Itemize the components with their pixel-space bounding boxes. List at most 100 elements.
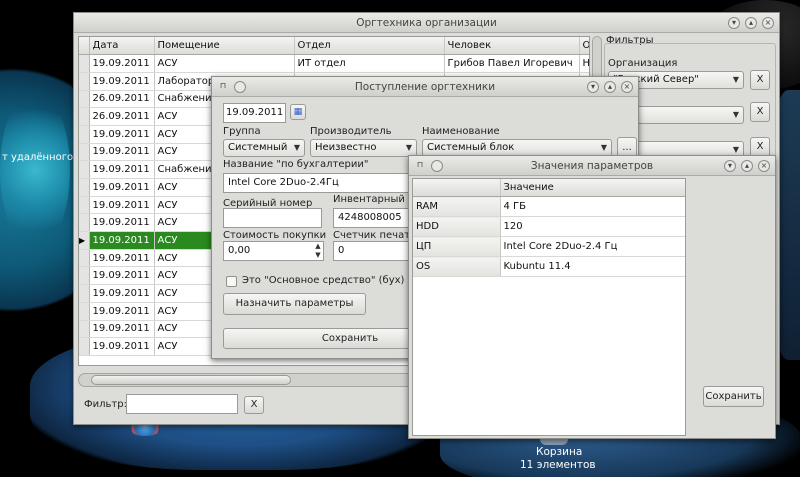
menu-icon[interactable]	[234, 81, 246, 93]
column-header[interactable]: Отдел	[294, 37, 445, 56]
params-value-header[interactable]: Значение	[500, 179, 685, 198]
table-cell[interactable]: 19.09.2011	[89, 125, 155, 144]
table-row[interactable]: 19.09.2011 АСУ ИТ отдел Грибов Павел Игорев…	[79, 54, 589, 73]
row-header[interactable]	[79, 284, 90, 303]
row-header[interactable]	[79, 90, 90, 109]
table-cell[interactable]: 19.09.2011	[89, 266, 155, 286]
row-header[interactable]	[79, 213, 90, 233]
trash-count: 11 элементов	[520, 459, 596, 471]
assign-params-button[interactable]: Назначить параметры	[223, 293, 366, 315]
table-cell[interactable]: 19.09.2011	[89, 249, 155, 268]
row-header[interactable]	[79, 143, 90, 162]
pin-icon[interactable]: ⊓	[414, 160, 426, 172]
row-header[interactable]	[79, 337, 90, 356]
counter-label: Счетчик печати	[333, 230, 417, 241]
param-value[interactable]: 120	[500, 216, 685, 238]
table-cell[interactable]: 19.09.2011	[89, 160, 155, 179]
row-header[interactable]	[79, 320, 90, 339]
acc-name-input[interactable]: Intel Core 2Duo-2.4Гц	[223, 173, 413, 193]
row-header[interactable]	[79, 196, 90, 215]
maximize-icon[interactable]: ▴	[604, 81, 616, 93]
calendar-icon[interactable]: ▦	[290, 104, 306, 120]
param-name: OS	[413, 256, 501, 278]
receipt-window-titlebar[interactable]: Поступление оргтехники	[212, 77, 638, 97]
params-grid: Значение RAM 4 ГБ HDD 120 ЦП Intel Core 2Duo-…	[413, 179, 685, 278]
minimize-icon[interactable]: ▾	[728, 17, 740, 29]
table-cell[interactable]: Н	[579, 54, 589, 73]
table-cell[interactable]: 19.09.2011	[89, 284, 155, 303]
inventory-label: Инвентарный н	[333, 194, 415, 205]
row-header[interactable]	[79, 72, 90, 91]
close-icon[interactable]: ×	[758, 160, 770, 172]
org-label: Организация	[608, 58, 678, 69]
param-row[interactable]: RAM 4 ГБ	[413, 196, 685, 218]
table-cell[interactable]: 19.09.2011	[89, 143, 155, 162]
row-header[interactable]	[79, 160, 90, 179]
serial-input[interactable]	[223, 208, 322, 228]
table-cell[interactable]: 19.09.2011	[89, 196, 155, 215]
receipt-window-title: Поступление оргтехники	[354, 81, 496, 93]
maximize-icon[interactable]: ▴	[745, 17, 757, 29]
table-cell[interactable]: 19.09.2011	[89, 320, 155, 339]
org-clear-button[interactable]: X	[750, 70, 770, 90]
table-cell[interactable]: 19.09.2011	[89, 54, 155, 73]
column-header[interactable]: Человек	[444, 37, 580, 56]
main-window-titlebar[interactable]: Оргтехника организации	[74, 13, 779, 33]
table-cell[interactable]: ИТ отдел	[294, 54, 445, 73]
params-window-title: Значения параметров	[530, 160, 654, 172]
group-combobox[interactable]: Системный ▼	[223, 139, 305, 157]
table-cell[interactable]: 19.09.2011	[89, 231, 155, 250]
row-header[interactable]	[79, 54, 90, 73]
filter-clear-button-2[interactable]: X	[750, 102, 770, 122]
filter-input[interactable]	[126, 394, 238, 414]
table-cell[interactable]: 26.09.2011	[89, 107, 155, 126]
table-cell[interactable]: 19.09.2011	[89, 337, 155, 356]
row-header[interactable]	[79, 107, 90, 126]
table-cell[interactable]: 19.09.2011	[89, 302, 155, 321]
scrollbar-thumb[interactable]	[91, 375, 291, 385]
minimize-icon[interactable]: ▾	[724, 160, 736, 172]
menu-icon[interactable]	[431, 160, 443, 172]
column-header[interactable]: О	[579, 37, 589, 56]
current-row-arrow-icon[interactable]: ▶	[79, 231, 90, 250]
param-row[interactable]: HDD 120	[413, 216, 685, 238]
trash-label[interactable]: Корзина	[536, 446, 582, 458]
param-row[interactable]: ЦП Intel Core 2Duo-2.4 Гц	[413, 236, 685, 258]
row-header[interactable]	[79, 249, 90, 268]
table-cell[interactable]: АСУ	[154, 54, 295, 73]
fixed-asset-checkbox[interactable]	[226, 276, 237, 287]
params-corner-header	[413, 179, 501, 198]
row-header[interactable]	[79, 266, 90, 286]
column-header[interactable]: Помещение	[154, 37, 295, 56]
row-header[interactable]	[79, 302, 90, 321]
param-name: ЦП	[413, 236, 501, 258]
counter-input[interactable]: 0	[333, 241, 413, 261]
param-value[interactable]: Kubuntu 11.4	[500, 256, 685, 278]
params-window-titlebar[interactable]: Значения параметров	[409, 156, 775, 176]
desktop-side-text: т удалённого	[2, 152, 74, 163]
row-header[interactable]	[79, 178, 90, 197]
param-row[interactable]: OS Kubuntu 11.4	[413, 256, 685, 278]
maximize-icon[interactable]: ▴	[741, 160, 753, 172]
table-cell[interactable]: 19.09.2011	[89, 178, 155, 197]
pin-icon[interactable]: ⊓	[217, 81, 229, 93]
inventory-input[interactable]: 4248008005	[333, 208, 413, 228]
minimize-icon[interactable]: ▾	[587, 81, 599, 93]
column-header[interactable]: Дата	[89, 37, 155, 56]
cost-input[interactable]: 0,00	[223, 241, 324, 261]
table-cell[interactable]: Грибов Павел Игоревич	[444, 54, 580, 73]
spinner-icon[interactable]: ▲ ▼	[313, 242, 323, 260]
params-save-button[interactable]: Сохранить	[703, 386, 764, 407]
close-icon[interactable]: ×	[762, 17, 774, 29]
param-value[interactable]: Intel Core 2Duo-2.4 Гц	[500, 236, 685, 258]
filter-clear-button-3[interactable]: X	[750, 137, 770, 157]
close-icon[interactable]: ×	[621, 81, 633, 93]
param-value[interactable]: 4 ГБ	[500, 196, 685, 218]
row-header[interactable]	[79, 125, 90, 144]
maker-combobox[interactable]: Неизвестно ▼	[310, 139, 417, 157]
date-input[interactable]: 19.09.2011	[223, 103, 286, 123]
table-cell[interactable]: 19.09.2011	[89, 72, 155, 91]
table-cell[interactable]: 19.09.2011	[89, 213, 155, 233]
table-cell[interactable]: 26.09.2011	[89, 90, 155, 109]
filter-clear-button[interactable]: X	[244, 396, 264, 414]
